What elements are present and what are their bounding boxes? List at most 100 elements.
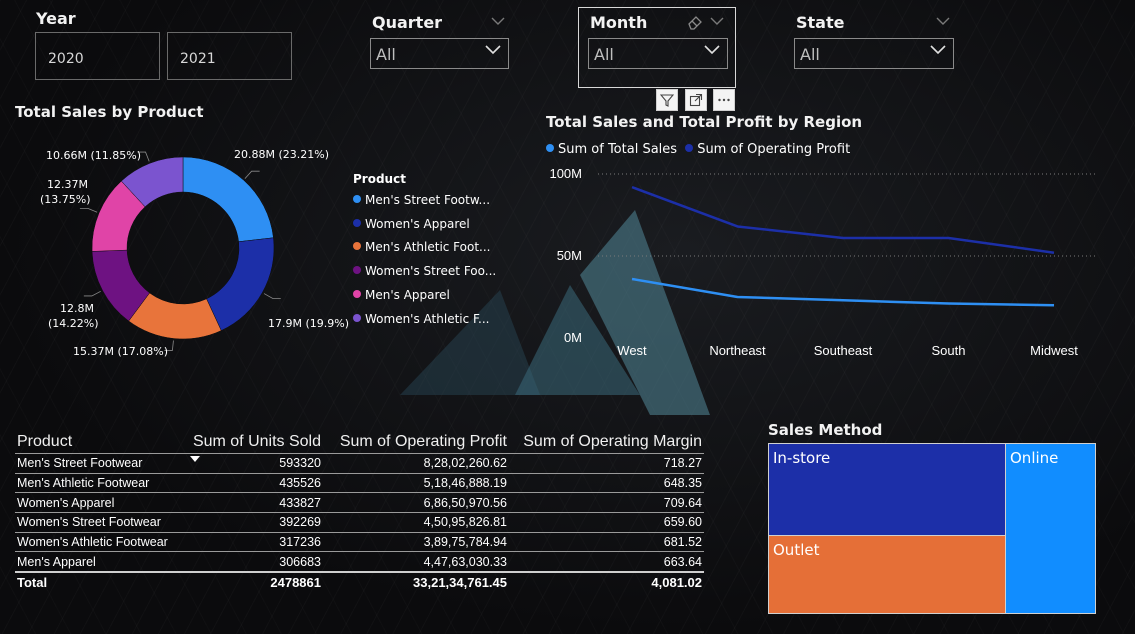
state-dropdown[interactable]: All [794, 38, 954, 69]
table-cell: 718.27 [509, 453, 704, 474]
legend-total-sales: Sum of Total Sales [558, 142, 678, 157]
table-row[interactable]: Women's Street Footwear 392269 4,50,95,826… [15, 512, 704, 533]
donut-leader-line [263, 293, 281, 299]
donut-leader-line [244, 170, 260, 179]
table-cell: 306683 [187, 551, 323, 573]
table-cell: 709.64 [509, 492, 704, 513]
column-header-units-sold[interactable]: Sum of Units Sold [187, 421, 323, 462]
table-row[interactable]: Women's Apparel 433827 6,86,50,970.56 709.6… [15, 492, 704, 513]
table-cell: 4,47,63,030.33 [323, 551, 509, 573]
donut-chart-title: Total Sales by Product [15, 103, 204, 121]
month-dropdown[interactable]: All [588, 38, 728, 69]
table-cell: 8,28,02,260.62 [323, 453, 509, 474]
table-cell: Men's Apparel [15, 551, 187, 573]
donut-legend-item[interactable]: Men's Street Footw... [353, 193, 490, 207]
donut-label-womens-apparel: 17.9M (19.9%) [268, 317, 350, 330]
table-cell: 593320 [187, 453, 323, 474]
quarter-dropdown-value: All [376, 45, 396, 64]
table-cell: 317236 [187, 531, 323, 552]
donut-slice-mens-street-footwear[interactable] [182, 156, 274, 242]
legend-label: Women's Street Foo... [365, 264, 497, 279]
x-tick-label: West [617, 343, 647, 358]
donut-legend-item[interactable]: Women's Athletic F... [353, 312, 489, 326]
treemap-cell-in-store[interactable]: In-store [768, 443, 1006, 536]
table-cell: Women's Street Footwear [15, 512, 187, 533]
chevron-down-icon[interactable] [936, 16, 950, 26]
legend-dot [353, 195, 361, 203]
chevron-down-icon[interactable] [710, 16, 724, 26]
treemap-cell-online[interactable]: Online [1005, 443, 1096, 614]
column-header-units-sold-label: Sum of Units Sold [192, 433, 321, 450]
x-tick-label: Northeast [709, 343, 766, 358]
year-option-2020[interactable]: 2020 [35, 32, 160, 80]
x-tick-label: Midwest [1030, 343, 1078, 358]
legend-dot [353, 218, 361, 227]
donut-slice-womens-apparel[interactable] [206, 237, 275, 331]
donut-legend-item[interactable]: Men's Athletic Foot... [353, 240, 491, 254]
treemap-cell-outlet[interactable]: Outlet [768, 535, 1006, 614]
legend-label: Men's Apparel [365, 287, 450, 302]
state-slicer-title: State [796, 13, 845, 32]
treemap-label-online: Online [1010, 449, 1059, 467]
table-row[interactable]: Men's Athletic Footwear 435526 5,18,46,888… [15, 472, 704, 493]
table-cell: 433827 [187, 492, 323, 513]
sort-descending-icon [190, 456, 200, 462]
table-total-cell: 4,081.02 [509, 571, 704, 592]
chevron-down-icon[interactable] [491, 16, 505, 26]
donut-legend-item[interactable]: Women's Street Foo... [353, 264, 496, 278]
treemap-label-outlet: Outlet [773, 541, 820, 559]
legend-dot [353, 289, 361, 298]
donut-leader-line [83, 290, 101, 297]
line-chart-title: Total Sales and Total Profit by Region [546, 113, 863, 131]
quarter-slicer-title: Quarter [372, 13, 443, 32]
table-cell: 3,89,75,784.94 [323, 531, 509, 552]
legend-label: Men's Street Footw... [365, 193, 491, 207]
eraser-icon[interactable] [686, 14, 704, 30]
filter-icon[interactable] [656, 89, 678, 111]
donut-legend-item[interactable]: Women's Apparel [353, 217, 470, 231]
table-cell: Women's Athletic Footwear [15, 531, 187, 552]
table-row[interactable]: Men's Apparel 306683 4,47,63,030.33 663.64 [15, 551, 704, 573]
focus-mode-icon[interactable] [685, 89, 707, 111]
donut-chart [79, 151, 281, 351]
table-cell: 4,50,95,826.81 [323, 512, 509, 533]
column-header-operating-profit[interactable]: Sum of Operating Profit [323, 421, 509, 454]
x-tick-label: South [932, 343, 966, 358]
series-line-sum-of-operating-profit[interactable] [631, 185, 1055, 254]
more-options-icon[interactable] [713, 89, 735, 111]
legend-dot [353, 313, 361, 322]
quarter-dropdown[interactable]: All [370, 38, 509, 69]
donut-legend-title: Product [353, 172, 406, 186]
treemap-title: Sales Method [768, 421, 883, 439]
table-cell: Men's Athletic Footwear [15, 472, 187, 493]
state-dropdown-value: All [800, 45, 820, 64]
donut-legend-item[interactable]: Men's Apparel [353, 288, 450, 302]
table-cell: Men's Street Footwear [15, 453, 187, 474]
year-slicer-title: Year [36, 9, 76, 28]
column-header-operating-margin[interactable]: Sum of Operating Margin [509, 421, 704, 454]
chevron-down-icon [485, 45, 501, 55]
legend-operating-profit: Sum of Operating Profit [697, 142, 851, 157]
table-cell: 6,86,50,970.56 [323, 492, 509, 513]
column-header-product[interactable]: Product [15, 421, 187, 454]
product-table: Product Sum of Units Sold Sum of Operati… [15, 421, 704, 592]
series-line-sum-of-total-sales[interactable] [631, 277, 1055, 307]
donut-label-mens-street: 20.88M (23.21%) [234, 148, 330, 161]
table-cell: 681.52 [509, 531, 704, 552]
y-tick-label: 0M [564, 330, 582, 345]
line-chart: 100M 50M 0M West Northeast Southeast South Midw… [549, 166, 1096, 358]
chevron-down-icon [704, 45, 720, 55]
table-total-cell: 33,21,34,761.45 [323, 571, 509, 592]
table-row[interactable]: Men's Street Footwear 593320 8,28,02,260.6… [15, 453, 704, 474]
table-row[interactable]: Women's Athletic Footwear 317236 3,89,75,7… [15, 531, 704, 552]
table-cell: 435526 [187, 472, 323, 493]
year-option-2021[interactable]: 2021 [167, 32, 292, 80]
table-cell: 648.35 [509, 472, 704, 493]
donut-label-womens-street-percent: (14.22%) [48, 317, 99, 330]
table-header-row: Product Sum of Units Sold Sum of Operati… [15, 421, 704, 462]
table-cell: 659.60 [509, 512, 704, 533]
table-total-cell: 2478861 [187, 571, 323, 592]
y-tick-label: 100M [549, 166, 582, 181]
donut-label-womens-street-value: 12.8M [60, 302, 94, 315]
donut-label-mens-apparel-percent: (13.75%) [40, 193, 91, 206]
